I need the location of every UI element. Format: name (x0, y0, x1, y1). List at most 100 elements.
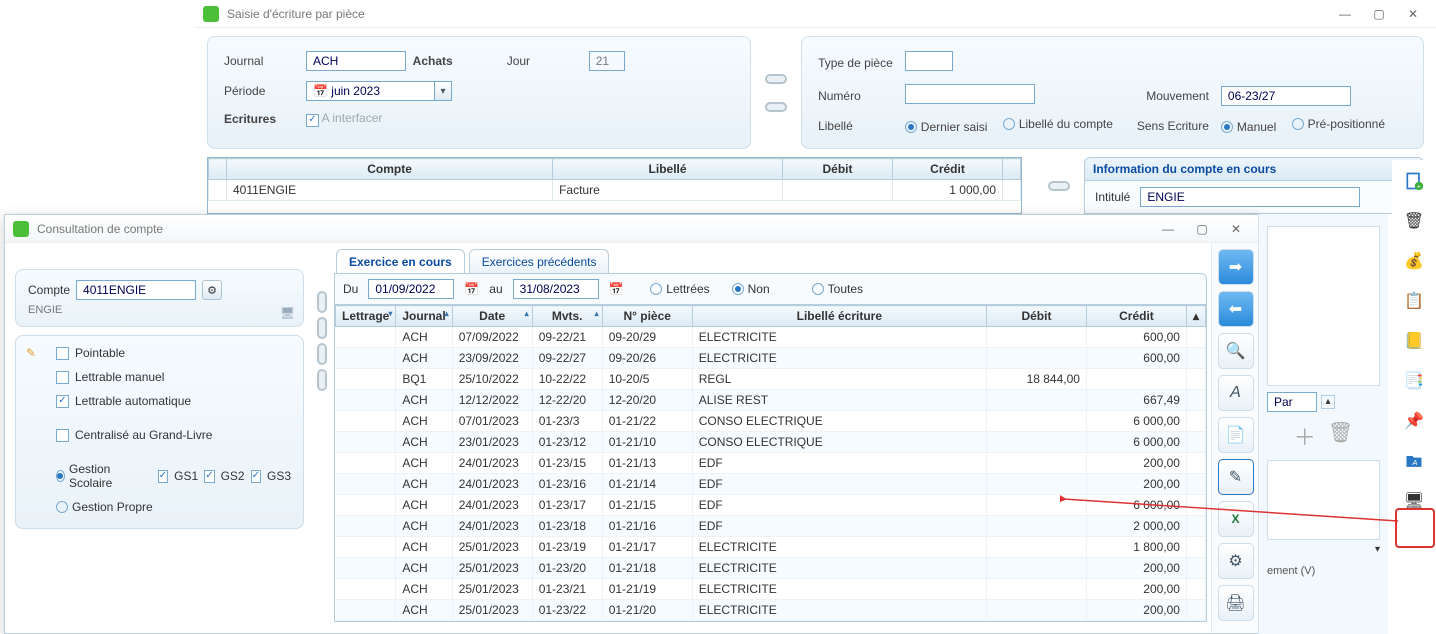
jour-input[interactable]: 21 (589, 51, 625, 71)
nav-forward-button[interactable]: ➡ (1218, 249, 1254, 285)
date-to-input[interactable]: 31/08/2023 (513, 279, 599, 299)
folder-a-icon[interactable]: A (1399, 446, 1429, 476)
jour-label: Jour (507, 47, 587, 75)
filter-bar: Du 01/09/2022📅 au 31/08/2023📅 Lettrées N… (334, 273, 1207, 305)
table-row[interactable]: ACH25/01/202301-23/2201-21/20ELECTRICITE… (336, 600, 1206, 621)
periode-combo[interactable]: 📅 juin 2023 ▾ (306, 81, 452, 101)
chk-pointable[interactable] (56, 347, 69, 360)
new-doc-icon[interactable]: + (1399, 166, 1429, 196)
info-compte-block: Information du compte en cours Intitulé … (1084, 157, 1424, 214)
table-row[interactable]: ACH07/09/202209-22/2109-20/29ELECTRICITE… (336, 327, 1206, 348)
chk-gs1[interactable] (158, 470, 168, 483)
ledger-grid[interactable]: Lettrage▾ Journal▴ Date▴ Mvts.▴ N° pièce… (334, 305, 1207, 622)
table-row[interactable]: ACH25/01/202301-23/2101-21/19ELECTRICITE… (336, 579, 1206, 600)
add-icon: ＋ (1294, 420, 1316, 452)
compte-input[interactable]: 4011ENGIE (76, 280, 196, 300)
table-row[interactable]: ACH24/01/202301-23/1501-21/13EDF200,00 (336, 453, 1206, 474)
maximize-button[interactable]: ▢ (1364, 4, 1394, 24)
print-button[interactable]: 🖨 (1218, 585, 1254, 621)
table-row[interactable]: ACH24/01/202301-23/1601-21/14EDF200,00 (336, 474, 1206, 495)
pencil-icon: ✎ (26, 346, 36, 360)
minimize-button[interactable]: — (1330, 4, 1360, 24)
col-lettrage[interactable]: Lettrage▾ (336, 306, 396, 327)
sens-label: Sens Ecriture (1137, 113, 1219, 138)
compte-card: Compte 4011ENGIE ⚙ ENGIE 🖥 (15, 269, 304, 327)
radio-gestion-scolaire[interactable]: Gestion Scolaire (56, 462, 130, 490)
a-interfacer-label: A interfacer (322, 111, 383, 125)
col-compte[interactable]: Compte (227, 159, 553, 180)
type-piece-input[interactable] (905, 51, 953, 71)
excel-export-button[interactable]: X (1218, 501, 1254, 537)
col-libelle[interactable]: Libellé (553, 159, 783, 180)
radio-non[interactable]: Non (732, 282, 770, 296)
mouvement-input[interactable]: 06-23/27 (1221, 86, 1351, 106)
tab-exercice-courant[interactable]: Exercice en cours (336, 249, 465, 274)
trash-icon[interactable]: 🗑 (1399, 206, 1429, 236)
radio-pre[interactable]: Pré-positionné (1292, 117, 1385, 131)
table-row[interactable]: ACH24/01/202301-23/1801-21/16EDF2 000,00 (336, 516, 1206, 537)
col-credit[interactable]: Crédit (1086, 306, 1186, 327)
chk-lettrable-manuel[interactable] (56, 371, 69, 384)
a-interfacer-checkbox[interactable] (306, 114, 319, 127)
table-row[interactable]: 4011ENGIEFacture1 000,00 (209, 180, 1021, 201)
scroll-up-icon[interactable]: ▴ (1321, 395, 1335, 409)
table-row[interactable]: ACH23/01/202301-23/1201-21/10CONSO ELECT… (336, 432, 1206, 453)
radio-lettrees[interactable]: Lettrées (650, 282, 709, 296)
table-row[interactable]: ACH24/01/202301-23/1701-21/15EDF6 000,00 (336, 495, 1206, 516)
cash-register-icon[interactable]: 💰 (1399, 246, 1429, 276)
search-button[interactable]: 🔍 (1218, 333, 1254, 369)
edit-button[interactable]: ✎ (1218, 459, 1254, 495)
minimize-button[interactable]: — (1153, 219, 1183, 239)
chk-gs2[interactable] (204, 470, 214, 483)
nav-back-button[interactable]: ⬅ (1218, 291, 1254, 327)
ement-label: ement (V) (1267, 565, 1380, 577)
radio-toutes[interactable]: Toutes (812, 282, 863, 296)
maximize-button[interactable]: ▢ (1187, 219, 1217, 239)
scroll-dn-icon[interactable]: ▾ (1267, 544, 1380, 555)
close-button[interactable]: ✕ (1398, 4, 1428, 24)
table-row[interactable]: ACH07/01/202301-23/301-21/22CONSO ELECTR… (336, 411, 1206, 432)
list-icon[interactable]: 📑 (1399, 366, 1429, 396)
note-icon[interactable]: 📒 (1399, 326, 1429, 356)
table-row[interactable]: ACH12/12/202212-22/2012-20/20ALISE REST6… (336, 390, 1206, 411)
radio-gestion-propre[interactable]: Gestion Propre (56, 500, 153, 514)
table-row[interactable]: BQ125/10/202210-22/2210-20/5REGL18 844,0… (336, 369, 1206, 390)
radio-libelle-compte[interactable]: Libellé du compte (1003, 117, 1113, 131)
entries-grid[interactable]: Compte Libellé Débit Crédit 4011ENGIEFac… (207, 157, 1022, 214)
col-journal[interactable]: Journal▴ (396, 306, 452, 327)
table-row[interactable]: ACH25/01/202301-23/2001-21/18ELECTRICITE… (336, 558, 1206, 579)
date-from-input[interactable]: 01/09/2022 (368, 279, 454, 299)
settings-button[interactable]: ⚙ (1218, 543, 1254, 579)
copy-icon[interactable]: 📋 (1399, 286, 1429, 316)
chk-gs3[interactable] (251, 470, 261, 483)
col-debit[interactable]: Débit (986, 306, 1086, 327)
chk-centralise[interactable] (56, 429, 69, 442)
calendar-to-button[interactable]: 📅 (609, 282, 624, 296)
col-debit[interactable]: Débit (783, 159, 893, 180)
col-lib[interactable]: Libellé écriture (692, 306, 986, 327)
radio-manuel[interactable]: Manuel (1221, 120, 1276, 134)
periode-dropdown-button[interactable]: ▾ (434, 81, 452, 101)
table-row[interactable]: ACH23/09/202209-22/2709-20/26ELECTRICITE… (336, 348, 1206, 369)
tab-exercices-precedents[interactable]: Exercices précédents (469, 249, 610, 274)
table-row[interactable]: ACH25/01/202301-23/1901-21/17ELECTRICITE… (336, 537, 1206, 558)
col-credit[interactable]: Crédit (893, 159, 1003, 180)
radio-dernier-saisi[interactable]: Dernier saisi (905, 120, 988, 134)
annotation-highlight (1395, 508, 1435, 548)
detail-button[interactable]: 📄 (1218, 417, 1254, 453)
par-label: Par (1267, 392, 1317, 412)
calendar-from-button[interactable]: 📅 (464, 282, 479, 296)
chk-lettrable-auto[interactable] (56, 395, 69, 408)
pin-icon[interactable]: 📌 (1399, 406, 1429, 436)
col-piece[interactable]: N° pièce (602, 306, 692, 327)
intitule-value[interactable]: ENGIE (1140, 187, 1360, 207)
journal-code-input[interactable]: ACH (306, 51, 406, 71)
font-button[interactable]: A (1218, 375, 1254, 411)
col-date[interactable]: Date▴ (452, 306, 532, 327)
journal-name: Achats (413, 54, 453, 68)
col-mvts[interactable]: Mvts.▴ (532, 306, 602, 327)
compte-lookup-button[interactable]: ⚙ (202, 280, 222, 300)
au-label: au (489, 282, 502, 296)
close-button[interactable]: ✕ (1221, 219, 1251, 239)
numero-input[interactable] (905, 84, 1035, 104)
